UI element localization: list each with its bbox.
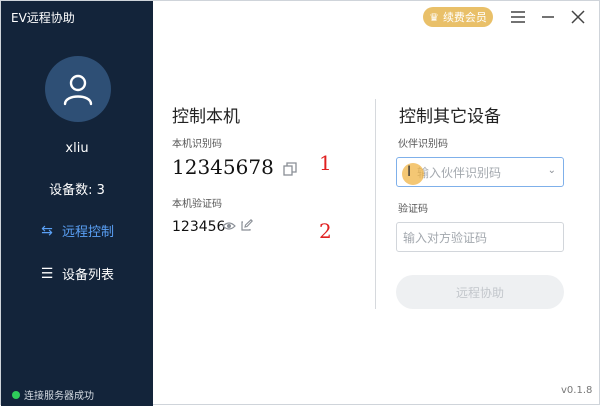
connection-status: 连接服务器成功 [12,387,94,402]
username: xliu [65,141,89,156]
chevron-down-icon[interactable]: ⌄ [548,165,556,176]
verify-code-placeholder: 输入对方验证码 [403,230,488,245]
annotation-1: 1 [319,151,332,175]
local-id-value: 12345678 [172,155,274,179]
section-divider [375,99,376,309]
partner-id-label: 伙伴识别码 [398,139,448,150]
nav-device-list[interactable]: ☰ 设备列表 [39,264,115,284]
nav-remote-control[interactable]: ⇆ 远程控制 [39,221,115,241]
verify-code-label: 验证码 [398,204,428,215]
user-icon [63,74,93,106]
minimize-button[interactable] [537,7,559,27]
hamburger-icon [511,11,525,23]
nav-device-list-label: 设备列表 [62,268,115,283]
status-dot-icon [12,390,20,399]
close-icon [571,10,585,24]
local-code-value: 123456 [172,219,226,235]
list-icon: ☰ [40,265,54,282]
text-cursor-icon: I [407,164,412,180]
version-label: v0.1.8 [561,385,593,396]
local-code-label: 本机验证码 [172,199,222,210]
edit-icon[interactable] [241,219,253,235]
verify-code-input[interactable]: 输入对方验证码 [396,222,564,252]
renew-vip-button[interactable]: ♛ 续费会员 [423,7,493,27]
avatar[interactable] [45,56,111,122]
swap-arrows-icon: ⇆ [41,222,53,239]
minimize-icon [542,16,554,18]
nav-remote-control-label: 远程控制 [62,225,115,240]
app-title: EV远程协助 [11,11,75,25]
renew-vip-label: 续费会员 [442,11,487,24]
local-id-label: 本机识别码 [172,139,222,150]
crown-icon: ♛ [429,10,439,24]
close-button[interactable] [567,7,589,27]
sidebar: EV远程协助 xliu 设备数: 3 ⇆ 远程控制 ☰ 设备列表 连接服务器成功 [1,1,153,406]
app-window: EV远程协助 xliu 设备数: 3 ⇆ 远程控制 ☰ 设备列表 连接服务器成功… [0,0,600,406]
mouse-cursor-highlight [402,163,424,185]
status-text: 连接服务器成功 [24,391,94,402]
remote-section-title: 控制其它设备 [399,107,501,127]
annotation-2: 2 [319,219,332,243]
local-section-title: 控制本机 [172,107,240,127]
copy-icon[interactable] [283,162,297,180]
eye-icon[interactable] [222,220,236,236]
remote-assist-button[interactable]: 远程协助 [396,275,564,309]
menu-button[interactable] [507,7,529,27]
device-count: 设备数: 3 [49,183,105,198]
